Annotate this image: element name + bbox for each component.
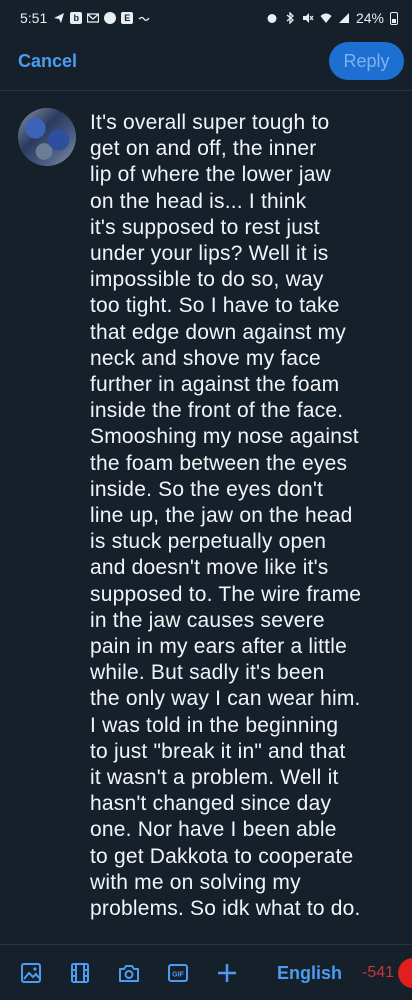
avatar[interactable] [18, 108, 76, 166]
compose-header: Cancel Reply [0, 36, 412, 86]
status-right: 24% [266, 10, 398, 26]
status-left: 5:51 b E [20, 10, 150, 26]
send-icon [54, 13, 65, 23]
compose-area: It's overall super tough to get on and o… [0, 100, 412, 940]
camera-icon[interactable] [118, 962, 140, 984]
compose-toolbar: GIF English -541 [0, 946, 412, 1000]
image-icon[interactable] [20, 962, 42, 984]
tilde-icon [138, 16, 150, 21]
notification-icons: b E [53, 12, 150, 24]
signal-icon [338, 13, 349, 23]
cancel-button[interactable]: Cancel [18, 51, 77, 72]
svg-text:GIF: GIF [172, 972, 184, 979]
mute-icon [302, 13, 314, 23]
character-count: -541 [362, 964, 395, 981]
bluetooth-icon [286, 12, 294, 24]
e-app-icon: E [121, 12, 134, 24]
mail-icon [87, 13, 100, 23]
alarm-icon [267, 14, 277, 23]
reply-button[interactable]: Reply [329, 42, 404, 80]
status-time: 5:51 [20, 10, 48, 26]
toolbar-divider [0, 944, 412, 945]
language-selector[interactable]: English [277, 963, 342, 984]
b-app-icon: b [70, 12, 83, 24]
wifi-icon [320, 13, 332, 23]
header-divider [0, 90, 412, 91]
post-text-input[interactable]: It's overall super tough to get on and o… [90, 110, 395, 922]
status-bar: 5:51 b E 24% [0, 0, 412, 36]
play-icon [104, 12, 117, 24]
battery-icon [390, 11, 398, 25]
gif-icon[interactable]: GIF [167, 962, 189, 984]
battery-percent: 24% [355, 10, 384, 26]
video-icon[interactable] [69, 962, 91, 984]
plus-icon[interactable] [216, 962, 238, 984]
